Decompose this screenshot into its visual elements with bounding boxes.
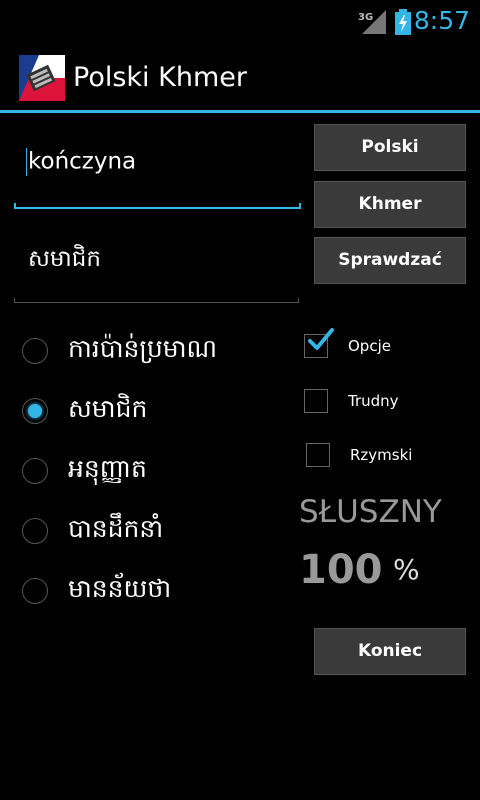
rzymski-checkbox[interactable] xyxy=(306,443,330,467)
source-word-input[interactable]: kończyna xyxy=(26,148,136,176)
checkmark-icon xyxy=(308,328,334,350)
rzymski-checkbox-row[interactable]: Rzymski xyxy=(306,443,466,473)
result-label: SŁUSZNY xyxy=(299,494,442,530)
radio-button[interactable] xyxy=(22,338,48,364)
answer-input[interactable]: សមាជិក xyxy=(28,245,101,278)
rzymski-label: Rzymski xyxy=(350,446,413,464)
signal-3g-icon: 3G xyxy=(358,10,386,34)
opcje-label: Opcje xyxy=(348,337,391,355)
clock-time: 8:57 xyxy=(413,6,470,35)
opcje-checkbox-row[interactable]: Opcje xyxy=(304,328,464,364)
radio-button[interactable] xyxy=(22,458,48,484)
option-label: សមាជិក xyxy=(68,394,148,423)
end-button[interactable]: Koniec xyxy=(314,628,466,675)
action-bar-divider xyxy=(0,110,480,113)
trudny-checkbox[interactable] xyxy=(304,389,328,413)
answer-input-underline xyxy=(14,298,299,303)
radio-button[interactable] xyxy=(22,518,48,544)
option-radio-4[interactable]: បានដឹកនាំ xyxy=(22,512,292,552)
radio-button-selected[interactable] xyxy=(22,398,48,424)
app-icon xyxy=(19,55,65,101)
answer-value: សមាជិក xyxy=(28,246,101,272)
option-radio-3[interactable]: អនុញ្ញាត xyxy=(22,452,292,492)
option-radio-2[interactable]: សមាជិក xyxy=(22,392,292,432)
polski-button[interactable]: Polski xyxy=(314,124,466,171)
network-type-label: 3G xyxy=(358,12,373,23)
trudny-checkbox-row[interactable]: Trudny xyxy=(304,389,464,419)
battery-charging-icon xyxy=(395,9,411,35)
option-label: មានន័យថា xyxy=(68,574,172,603)
source-input-underline xyxy=(14,203,301,209)
option-label: បានដឹកនាំ xyxy=(68,514,164,543)
trudny-label: Trudny xyxy=(348,392,399,410)
check-button[interactable]: Sprawdzać xyxy=(314,237,466,284)
status-bar: 3G 8:57 xyxy=(0,0,480,44)
radio-button[interactable] xyxy=(22,578,48,604)
option-label: ការប៉ាន់ប្រមាណ xyxy=(68,334,218,363)
option-radio-5[interactable]: មានន័យថា xyxy=(22,572,292,612)
option-radio-1[interactable]: ការប៉ាន់ប្រមាណ xyxy=(22,332,292,372)
option-label: អនុញ្ញាត xyxy=(68,454,147,483)
text-cursor xyxy=(26,148,27,176)
app-title: Polski Khmer xyxy=(73,62,247,93)
score-value: 100 xyxy=(299,547,383,593)
khmer-button[interactable]: Khmer xyxy=(314,181,466,228)
percent-sign: % xyxy=(393,553,420,586)
source-word-value: kończyna xyxy=(28,148,137,175)
